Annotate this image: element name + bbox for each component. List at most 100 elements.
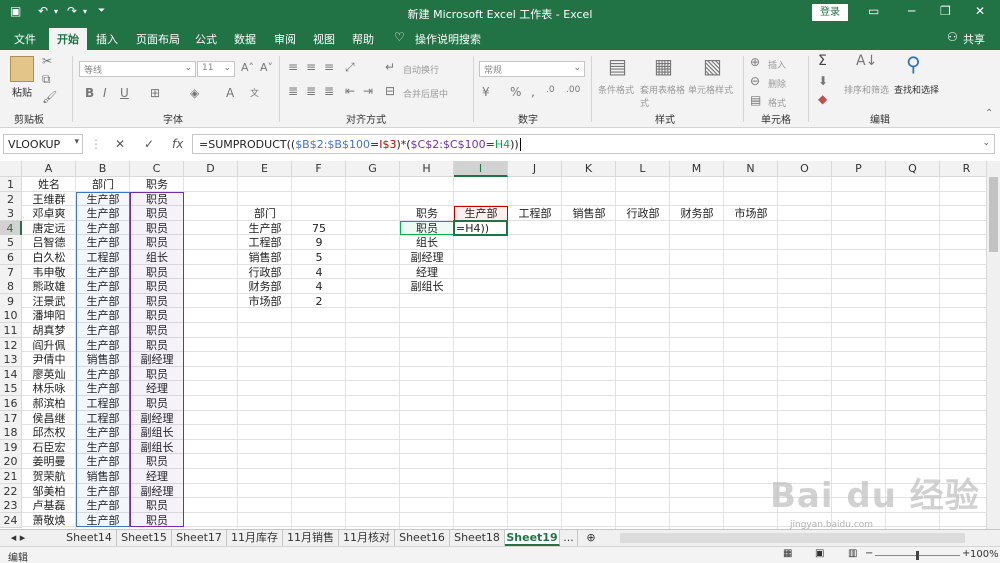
italic-icon[interactable]: I: [103, 86, 107, 100]
phonetic-icon[interactable]: 文: [250, 86, 259, 99]
decrease-decimal-icon[interactable]: .00: [566, 85, 580, 95]
paste-button[interactable]: 粘贴: [12, 84, 32, 99]
column-header-r[interactable]: R: [940, 161, 986, 177]
restore-icon[interactable]: ❐: [940, 4, 951, 18]
table-cell[interactable]: 阎升佩: [22, 338, 76, 353]
dept-name-cell[interactable]: 行政部: [238, 265, 292, 280]
row-header-13[interactable]: 13: [0, 352, 22, 368]
font-name-select[interactable]: 等线 ⌄: [79, 61, 196, 77]
normal-view-icon[interactable]: ▦: [783, 548, 792, 559]
table-cell[interactable]: 郝滨柏: [22, 396, 76, 411]
row-header-10[interactable]: 10: [0, 308, 22, 324]
sort-filter-button[interactable]: 排序和筛选: [844, 83, 889, 96]
row-header-5[interactable]: 5: [0, 235, 22, 251]
table-cell[interactable]: 石臣宏: [22, 440, 76, 455]
insert-cells-button[interactable]: 插入: [768, 58, 786, 71]
row-header-16[interactable]: 16: [0, 396, 22, 411]
bold-icon[interactable]: B: [85, 86, 94, 100]
table-cell[interactable]: 尹倩中: [22, 352, 76, 367]
number-format-select[interactable]: 常规 ⌄: [479, 61, 585, 77]
row-header-4[interactable]: 4: [0, 220, 22, 236]
column-header-g[interactable]: G: [346, 161, 400, 177]
table-cell[interactable]: 熊政雄: [22, 279, 76, 294]
row-header-9[interactable]: 9: [0, 293, 22, 309]
sheet-tab[interactable]: 11月核对: [339, 530, 395, 546]
sheet-tab[interactable]: Sheet18: [450, 530, 505, 546]
table-cell[interactable]: 唐定远: [22, 221, 76, 236]
copy-icon[interactable]: ⧉: [42, 72, 51, 87]
column-header-n[interactable]: N: [724, 161, 778, 177]
sheet-tab[interactable]: Sheet19: [505, 530, 560, 546]
dept-count-cell[interactable]: 2: [292, 294, 346, 309]
matrix-dept-header[interactable]: 销售部: [562, 206, 616, 221]
wrap-text-button[interactable]: 自动换行: [403, 63, 439, 76]
font-size-select[interactable]: 11 ⌄: [197, 61, 235, 77]
tab-help[interactable]: 帮助: [352, 31, 374, 47]
column-header-m[interactable]: M: [670, 161, 724, 177]
more-sheets-button[interactable]: ...: [560, 530, 578, 546]
sheet-tab[interactable]: Sheet14: [62, 530, 117, 546]
prev-sheet-icon[interactable]: ◂ ▸: [4, 530, 32, 546]
cancel-icon[interactable]: ✕: [115, 137, 125, 151]
ribbon-display-icon[interactable]: ▭: [868, 4, 879, 18]
column-header-o[interactable]: O: [778, 161, 832, 177]
tab-formulas[interactable]: 公式: [195, 31, 217, 47]
row-header-2[interactable]: 2: [0, 191, 22, 207]
align-right-icon[interactable]: ≣: [324, 84, 334, 98]
underline-icon[interactable]: U: [120, 86, 129, 100]
insert-function-icon[interactable]: fx: [172, 137, 183, 151]
table-cell[interactable]: 姜明曼: [22, 454, 76, 469]
tab-data[interactable]: 数据: [234, 31, 256, 47]
table-format-icon[interactable]: ▦: [654, 54, 673, 78]
dept-name-cell[interactable]: 工程部: [238, 235, 292, 250]
fill-color-icon[interactable]: ◈: [190, 86, 199, 100]
table-cell[interactable]: 萧敬焕: [22, 513, 76, 528]
dept-header-cell[interactable]: 部门: [238, 206, 292, 221]
close-icon[interactable]: ✕: [975, 4, 985, 18]
increase-indent-icon[interactable]: ⇥: [363, 84, 373, 98]
cell-style-button[interactable]: 单元格样式: [688, 83, 733, 96]
row-header-22[interactable]: 22: [0, 483, 22, 499]
align-top-icon[interactable]: ≡: [288, 60, 298, 74]
table-cell[interactable]: 韦申敬: [22, 265, 76, 280]
sheet-tab[interactable]: 11月库存: [227, 530, 283, 546]
page-break-view-icon[interactable]: ▥: [848, 548, 857, 559]
clear-icon[interactable]: ◆: [818, 92, 827, 106]
table-cell[interactable]: 白久松: [22, 250, 76, 265]
dept-count-cell[interactable]: 5: [292, 250, 346, 265]
column-header-p[interactable]: P: [832, 161, 886, 177]
tab-view[interactable]: 视图: [313, 31, 335, 47]
table-cell[interactable]: 林乐咏: [22, 381, 76, 396]
table-header-cell[interactable]: 职务: [130, 177, 184, 192]
align-middle-icon[interactable]: ≡: [306, 60, 316, 74]
zoom-level[interactable]: 100%: [970, 549, 999, 560]
tab-home[interactable]: 开始: [49, 28, 87, 50]
decrease-indent-icon[interactable]: ⇤: [345, 84, 355, 98]
table-cell[interactable]: 侯昌继: [22, 411, 76, 426]
row-header-15[interactable]: 15: [0, 381, 22, 397]
row-header-14[interactable]: 14: [0, 366, 22, 382]
tab-review[interactable]: 审阅: [274, 31, 296, 47]
zoom-out-icon[interactable]: −: [865, 548, 873, 559]
format-cells-button[interactable]: 格式: [768, 96, 786, 109]
column-header-a[interactable]: A: [22, 161, 76, 177]
autosum-icon[interactable]: Σ: [818, 53, 827, 69]
column-header-j[interactable]: J: [508, 161, 562, 177]
name-box[interactable]: VLOOKUP ▾: [3, 134, 83, 154]
row-header-23[interactable]: 23: [0, 498, 22, 514]
column-header-b[interactable]: B: [76, 161, 130, 177]
paste-icon[interactable]: [10, 56, 34, 82]
font-color-icon[interactable]: A: [226, 86, 234, 100]
table-cell[interactable]: 吕智德: [22, 235, 76, 250]
table-format-button[interactable]: 套用表格格式: [640, 83, 686, 109]
currency-icon[interactable]: ¥: [482, 85, 490, 99]
comma-icon[interactable]: ,: [531, 85, 535, 99]
column-header-q[interactable]: Q: [886, 161, 940, 177]
enter-icon[interactable]: ✓: [144, 137, 154, 151]
column-header-c[interactable]: C: [130, 161, 184, 177]
row-header-12[interactable]: 12: [0, 337, 22, 353]
row-header-18[interactable]: 18: [0, 425, 22, 441]
table-cell[interactable]: 邹美柏: [22, 484, 76, 499]
wrap-text-icon[interactable]: ↵: [385, 60, 395, 74]
vertical-scrollbar[interactable]: [986, 161, 1000, 529]
